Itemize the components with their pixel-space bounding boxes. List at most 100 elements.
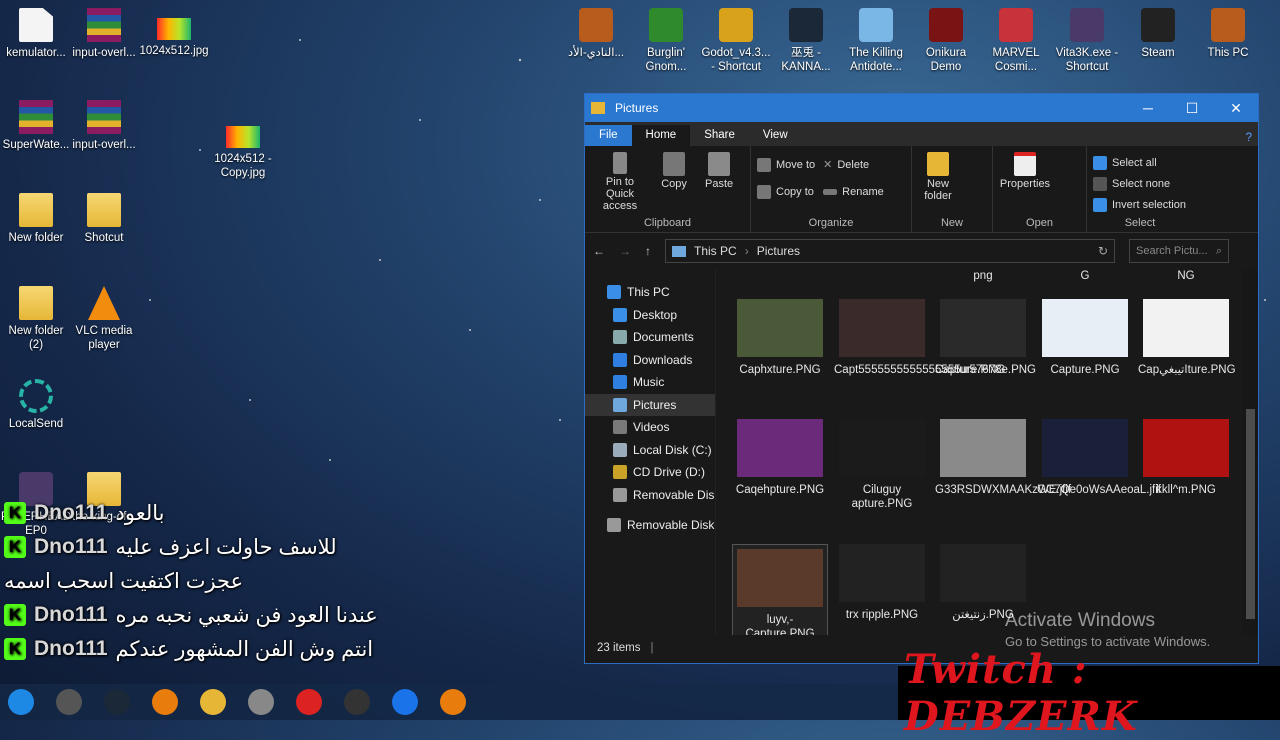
breadcrumb-pictures[interactable]: Pictures bbox=[757, 244, 800, 258]
nav-item[interactable]: Videos bbox=[585, 416, 715, 439]
desktop-icon[interactable]: النادي-الأد... bbox=[560, 8, 632, 60]
move-to-button[interactable]: Move to bbox=[757, 154, 815, 175]
file-item[interactable]: Ciluguy apture.PNG bbox=[834, 419, 930, 511]
thumbnail bbox=[737, 299, 823, 357]
scrollbar-thumb[interactable] bbox=[1246, 409, 1255, 619]
desktop-icon[interactable]: New folder bbox=[0, 193, 72, 245]
title-bar[interactable]: Pictures ─ ☐ ✕ bbox=[585, 94, 1258, 122]
back-arrow-icon[interactable]: ← bbox=[593, 244, 605, 258]
breadcrumb-this-pc[interactable]: This PC bbox=[694, 244, 737, 258]
tab-share[interactable]: Share bbox=[690, 125, 749, 146]
desktop-icon[interactable]: Burglin' Gnom... bbox=[630, 8, 702, 74]
file-item[interactable]: G33RSDWXMAAKzWE.jfif bbox=[935, 419, 1072, 497]
nav-item[interactable]: CD Drive (D:) bbox=[585, 461, 715, 484]
desktop-icon[interactable]: Vita3K.exe - Shortcut bbox=[1051, 8, 1123, 74]
address-bar[interactable]: This PC › Pictures ↻ bbox=[665, 239, 1115, 263]
desktop-icon[interactable]: Godot_v4.3... - Shortcut bbox=[700, 8, 772, 74]
rename-button[interactable]: Rename bbox=[823, 181, 884, 202]
file-item[interactable]: Capture.PNG bbox=[1037, 299, 1133, 377]
file-explorer-window[interactable]: Pictures ─ ☐ ✕ File Home Share View ? Pi… bbox=[584, 93, 1259, 664]
nav-item[interactable]: Documents bbox=[585, 326, 715, 349]
taskbar-obs-icon[interactable] bbox=[344, 689, 370, 715]
desktop-icon[interactable]: 1024x512.jpg bbox=[138, 8, 210, 58]
desktop-icon[interactable]: Onikura Demo bbox=[910, 8, 982, 74]
paste-button[interactable]: Paste bbox=[699, 152, 739, 190]
select-none-button[interactable]: Select none bbox=[1093, 173, 1187, 194]
nav-item[interactable]: Removable Disk bbox=[585, 484, 715, 507]
nav-item[interactable]: Removable Disk (E bbox=[585, 514, 715, 537]
file-item[interactable]: kkll^m.PNG bbox=[1138, 419, 1234, 497]
file-item[interactable]: Captur57678e.PNG bbox=[935, 299, 1036, 377]
chat-overlay: K Dno111 بالعود K Dno111 للاسف حاولت اعزف علي… bbox=[4, 496, 404, 666]
desktop-icon[interactable]: VLC media player bbox=[68, 286, 140, 352]
delete-button[interactable]: ✕ Delete bbox=[823, 154, 884, 175]
select-all-button[interactable]: Select all bbox=[1093, 152, 1187, 173]
taskbar-start-icon[interactable] bbox=[8, 689, 34, 715]
nav-item[interactable]: Music bbox=[585, 371, 715, 394]
copy-icon bbox=[663, 152, 686, 176]
nav-item-label: Removable Disk (E bbox=[627, 518, 715, 533]
taskbar-blender-icon[interactable] bbox=[152, 689, 178, 715]
minimize-button[interactable]: ─ bbox=[1126, 100, 1170, 117]
desktop-icon[interactable]: input-overl... bbox=[68, 100, 140, 152]
up-arrow-icon[interactable]: ↑ bbox=[645, 244, 651, 258]
taskbar-explorer-icon[interactable] bbox=[200, 689, 226, 715]
nav-item[interactable]: Downloads bbox=[585, 349, 715, 372]
file-item[interactable]: trx ripple.PNG bbox=[834, 544, 930, 622]
search-input[interactable]: Search Pictu... ⌕ bbox=[1129, 239, 1229, 263]
nav-item[interactable]: This PC bbox=[585, 281, 715, 304]
tab-file[interactable]: File bbox=[585, 125, 632, 146]
help-icon[interactable]: ? bbox=[1240, 130, 1258, 146]
file-item[interactable]: Capt5555555555555555ure.PNG bbox=[834, 299, 1005, 377]
file-item[interactable]: luyv,-Capture.PNG bbox=[732, 544, 828, 635]
refresh-icon[interactable]: ↻ bbox=[1098, 244, 1108, 258]
desktop-icon[interactable]: This PC bbox=[1192, 8, 1264, 60]
delete-icon: ✕ bbox=[823, 159, 833, 171]
taskbar-search-icon[interactable] bbox=[56, 689, 82, 715]
taskbar-steam-icon[interactable] bbox=[104, 689, 130, 715]
nav-item[interactable]: Local Disk (C:) bbox=[585, 439, 715, 462]
copy-button[interactable]: Copy bbox=[654, 152, 694, 190]
kick-logo-icon: K bbox=[4, 536, 26, 558]
nav-item-label: Downloads bbox=[633, 352, 693, 367]
taskbar bbox=[0, 684, 898, 720]
forward-arrow-icon[interactable]: → bbox=[619, 244, 631, 258]
desktop-icon[interactable]: The Killing Antidote... bbox=[840, 8, 912, 74]
desktop-icon[interactable]: New folder (2) bbox=[0, 286, 72, 352]
taskbar-blender-icon[interactable] bbox=[440, 689, 466, 715]
scrollbar[interactable] bbox=[1243, 269, 1258, 635]
maximize-button[interactable]: ☐ bbox=[1170, 100, 1214, 117]
pin-quick-access-button[interactable]: Pin to Quick access bbox=[591, 152, 649, 212]
desktop-icon[interactable]: 巫兎 - KANNA... bbox=[770, 8, 842, 74]
properties-button[interactable]: Properties bbox=[999, 152, 1051, 190]
desktop-icon[interactable]: MARVEL Cosmi... bbox=[980, 8, 1052, 74]
thumbnail bbox=[940, 544, 1026, 602]
invert-selection-button[interactable]: Invert selection bbox=[1093, 194, 1187, 215]
file-name: G33RSDWXMAAKzWE.jfif bbox=[935, 484, 1072, 496]
desktop-icon[interactable]: 1024x512 - Copy.jpg bbox=[207, 116, 279, 180]
desktop-icon[interactable]: Steam bbox=[1122, 8, 1194, 60]
file-item[interactable]: Caqehpture.PNG bbox=[732, 419, 828, 497]
taskbar-opera-icon[interactable] bbox=[296, 689, 322, 715]
file-name: Caphxture.PNG bbox=[739, 364, 821, 376]
copy-to-button[interactable]: Copy to bbox=[757, 181, 815, 202]
desktop-icon[interactable]: kemulator... bbox=[0, 8, 72, 60]
desktop-icon[interactable]: LocalSend bbox=[0, 379, 72, 431]
file-item[interactable]: Caphxture.PNG bbox=[732, 299, 828, 377]
move-icon bbox=[757, 157, 771, 172]
close-button[interactable]: ✕ bbox=[1214, 100, 1258, 117]
desktop-icon[interactable]: input-overl... bbox=[68, 8, 140, 60]
usb-icon bbox=[613, 487, 627, 502]
file-item[interactable]: GC7Qe0oWsAAeoaL.jfif bbox=[1037, 419, 1161, 497]
nav-item[interactable]: Desktop bbox=[585, 304, 715, 327]
file-item-label: png bbox=[973, 270, 993, 282]
file-item[interactable]: Capاتيبغيture.PNG bbox=[1138, 299, 1236, 377]
taskbar-gamepad-icon[interactable] bbox=[248, 689, 274, 715]
taskbar-chrome-icon[interactable] bbox=[392, 689, 418, 715]
nav-item[interactable]: Pictures bbox=[585, 393, 715, 416]
new-folder-button[interactable]: New folder bbox=[918, 152, 958, 202]
desktop-icon[interactable]: SuperWate... bbox=[0, 100, 72, 152]
tab-view[interactable]: View bbox=[749, 125, 802, 146]
desktop-icon[interactable]: Shotcut bbox=[68, 193, 140, 245]
tab-home[interactable]: Home bbox=[631, 125, 691, 146]
